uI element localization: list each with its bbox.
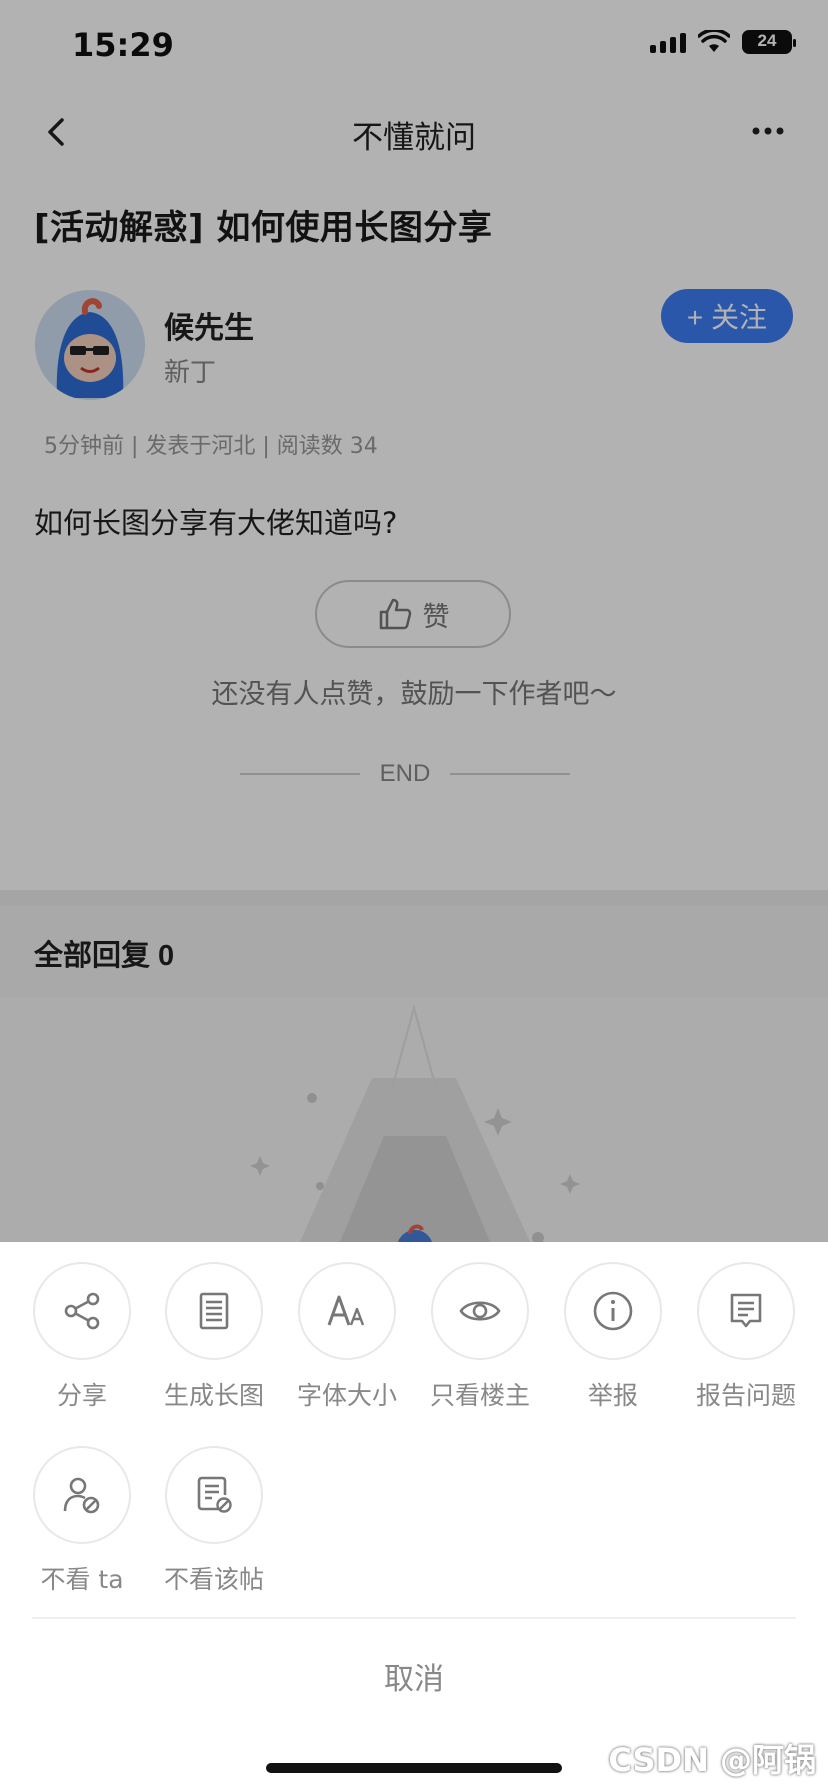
report-issue-label: 报告问题 <box>695 1381 796 1410</box>
home-indicator[interactable] <box>266 1763 562 1773</box>
eye-icon <box>459 1301 501 1321</box>
long-image-icon <box>199 1292 229 1330</box>
font-size-button[interactable] <box>298 1262 396 1360</box>
action-block-post[interactable]: 不看该帖 <box>148 1446 280 1596</box>
share-button[interactable] <box>33 1262 131 1360</box>
info-icon <box>593 1291 633 1331</box>
block-user-button[interactable] <box>33 1446 131 1544</box>
block-user-icon <box>63 1477 100 1514</box>
block-post-button[interactable] <box>165 1446 263 1544</box>
cancel-button[interactable]: 取消 <box>0 1654 828 1698</box>
action-report[interactable]: 举报 <box>547 1262 679 1412</box>
share-label: 分享 <box>56 1381 107 1410</box>
action-sheet: 分享 生成长图 字体大小 只看楼主 举报 报告问题 不看 ta 不看该帖 取消 <box>0 1242 828 1792</box>
report-issue-icon <box>730 1293 762 1328</box>
block-post-label: 不看该帖 <box>163 1565 264 1594</box>
post-page: 15:29 24 不懂就问 [活动解惑] 如何使用长图分享 候先生 新丁 + 关… <box>0 0 828 1792</box>
font-size-label: 字体大小 <box>296 1381 397 1410</box>
font-size-icon <box>327 1295 365 1326</box>
sheet-divider <box>32 1617 796 1619</box>
block-user-label: 不看 ta <box>40 1565 124 1594</box>
modal-overlay[interactable] <box>0 0 828 1242</box>
action-author-only[interactable]: 只看楼主 <box>414 1262 546 1412</box>
action-block-user[interactable]: 不看 ta <box>16 1446 148 1596</box>
report-button[interactable] <box>564 1262 662 1360</box>
action-long-image[interactable]: 生成长图 <box>148 1262 280 1412</box>
share-icon <box>64 1292 100 1330</box>
author-only-label: 只看楼主 <box>429 1381 530 1410</box>
action-report-issue[interactable]: 报告问题 <box>680 1262 812 1412</box>
action-font-size[interactable]: 字体大小 <box>281 1262 413 1412</box>
report-label: 举报 <box>587 1381 638 1410</box>
long-image-label: 生成长图 <box>163 1381 264 1410</box>
long-image-button[interactable] <box>165 1262 263 1360</box>
report-issue-button[interactable] <box>697 1262 795 1360</box>
block-post-icon <box>197 1476 232 1513</box>
author-only-button[interactable] <box>431 1262 529 1360</box>
action-share[interactable]: 分享 <box>16 1262 148 1412</box>
watermark: CSDN @阿锅 <box>608 1741 816 1779</box>
